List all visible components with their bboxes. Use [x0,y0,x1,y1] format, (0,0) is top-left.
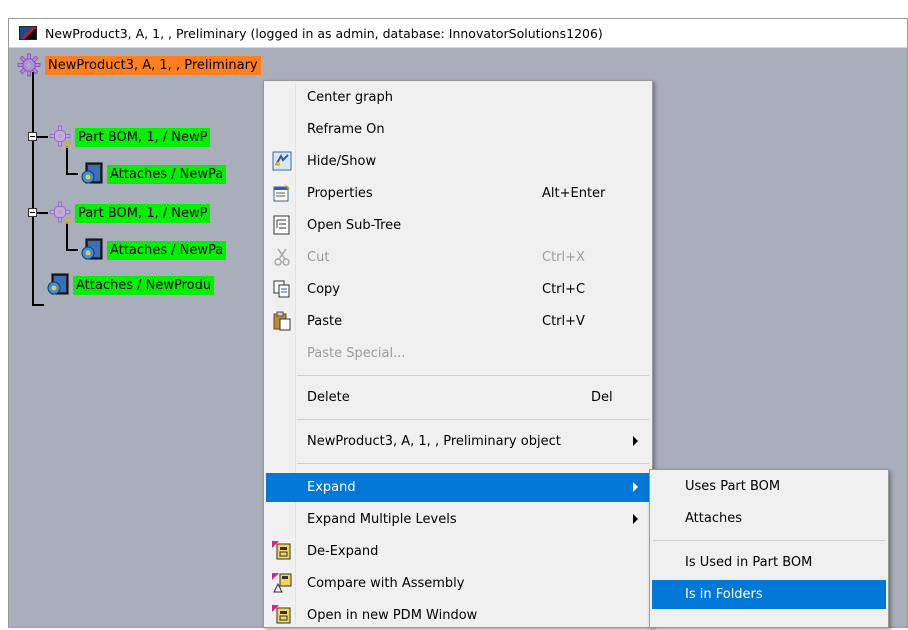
submenu-item-uses-part-bom[interactable]: Uses Part BOM [652,472,886,501]
menu-separator [297,375,649,376]
submenu-item-label: Uses Part BOM [685,479,781,494]
menu-item-object-submenu[interactable]: NewProduct3, A, 1, , Preliminary object [266,427,650,456]
svg-text:C: C [64,216,71,225]
node-label[interactable]: Attaches / NewPa [107,240,227,260]
menu-item-reframe-on[interactable]: Reframe On [266,115,650,144]
menu-item-hide-show[interactable]: Hide/Show [266,147,650,176]
collapse-toggle[interactable] [28,208,37,217]
window-title: NewProduct3, A, 1, , Preliminary (logged… [45,25,603,41]
tree-node-part-bom[interactable]: C Part BOM, 1, / NewP [49,201,211,225]
menu-item-delete[interactable]: Delete Del [266,383,650,412]
properties-icon [272,183,292,203]
menu-item-label: Hide/Show [307,154,377,169]
copy-icon [272,279,292,299]
tree-line [66,146,68,174]
submenu-item-is-in-folders[interactable]: Is in Folders [652,580,886,609]
menu-item-label: Open Sub-Tree [307,218,402,233]
collapse-toggle[interactable] [28,132,37,141]
menu-item-label: Copy [307,282,340,297]
sub-tree-icon [272,215,292,235]
menu-item-paste-special[interactable]: Paste Special... [266,339,650,368]
menu-item-label: Open in new PDM Window [307,608,478,623]
tree-node-attaches[interactable]: Attaches / NewPa [79,162,227,186]
menu-item-compare-with-assembly[interactable]: Compare with Assembly [266,569,650,598]
node-label[interactable]: Part BOM, 1, / NewP [75,127,211,147]
menu-item-shortcut: Alt+Enter [542,186,606,201]
menu-item-center-graph[interactable]: Center graph [266,83,650,112]
menu-item-cut[interactable]: Cut Ctrl+X [266,243,650,272]
part-bom-gear-icon: C [49,125,73,149]
part-bom-gear-icon: C [49,201,73,225]
attachment-doc-icon [45,273,71,297]
tree-node-attaches[interactable]: Attaches / NewProdu [45,273,215,297]
app-icon [19,26,37,40]
menu-item-expand-multiple-levels[interactable]: Expand Multiple Levels [266,505,650,534]
menu-item-label: Properties [307,186,373,201]
attachment-doc-icon [79,238,105,262]
submenu-item-is-used-in-part-bom[interactable]: Is Used in Part BOM [652,548,886,577]
submenu-arrow-icon [633,482,638,492]
node-label[interactable]: Attaches / NewPa [107,164,227,184]
tree-line [32,304,44,306]
submenu-item-label: Attaches [685,511,742,526]
menu-item-shortcut: Ctrl+X [542,250,585,265]
svg-text:C: C [64,140,71,149]
expand-submenu: Uses Part BOM Attaches Is Used in Part B… [649,469,889,628]
menu-item-open-new-pdm-window[interactable]: Open in new PDM Window [266,601,650,630]
menu-item-label: Expand [307,480,356,495]
hide-show-icon [272,151,292,171]
title-bar: NewProduct3, A, 1, , Preliminary (logged… [9,19,907,48]
paste-icon [272,311,292,331]
menu-item-label: Delete [307,390,350,405]
tree-root-node[interactable]: NewProduct3, A, 1, , Preliminary [17,53,261,77]
attachment-doc-icon [79,162,105,186]
menu-item-label: NewProduct3, A, 1, , Preliminary object [307,434,561,449]
tree-node-attaches[interactable]: Attaches / NewPa [79,238,227,262]
scissors-icon [272,247,292,267]
menu-item-properties[interactable]: Properties Alt+Enter [266,179,650,208]
tree-line [66,173,78,175]
menu-separator [297,463,649,464]
menu-item-label: Center graph [307,90,393,105]
tree-line [32,72,34,304]
submenu-item-attaches[interactable]: Attaches [652,504,886,533]
menu-item-copy[interactable]: Copy Ctrl+C [266,275,650,304]
root-node-label[interactable]: NewProduct3, A, 1, , Preliminary [45,55,261,75]
context-menu: Center graph Reframe On Hide/Show Proper… [263,80,653,628]
submenu-arrow-icon [633,514,638,524]
menu-item-label: De-Expand [307,544,379,559]
de-expand-icon [272,541,292,561]
menu-item-label: Compare with Assembly [307,576,465,591]
submenu-item-label: Is in Folders [685,587,763,602]
menu-separator [297,419,649,420]
menu-item-label: Paste Special... [307,346,406,361]
menu-item-shortcut: Del [591,390,613,405]
tree-line [66,249,78,251]
menu-separator [653,540,885,541]
menu-item-label: Paste [307,314,343,329]
submenu-item-label: Is Used in Part BOM [685,555,813,570]
menu-item-label: Expand Multiple Levels [307,512,457,527]
menu-item-label: Reframe On [307,122,385,137]
part-gear-icon [17,53,41,77]
menu-item-shortcut: Ctrl+V [542,314,585,329]
pdm-window-icon [272,605,292,625]
submenu-arrow-icon [633,436,638,446]
node-label[interactable]: Part BOM, 1, / NewP [75,203,211,223]
menu-item-paste[interactable]: Paste Ctrl+V [266,307,650,336]
menu-item-open-sub-tree[interactable]: Open Sub-Tree [266,211,650,240]
tree-line [66,222,68,250]
menu-item-expand[interactable]: Expand [266,473,650,502]
menu-item-label: Cut [307,250,330,265]
compare-icon [272,573,292,593]
node-label[interactable]: Attaches / NewProdu [73,275,215,295]
menu-item-de-expand[interactable]: De-Expand [266,537,650,566]
menu-item-shortcut: Ctrl+C [542,282,586,297]
tree-node-part-bom[interactable]: C Part BOM, 1, / NewP [49,125,211,149]
